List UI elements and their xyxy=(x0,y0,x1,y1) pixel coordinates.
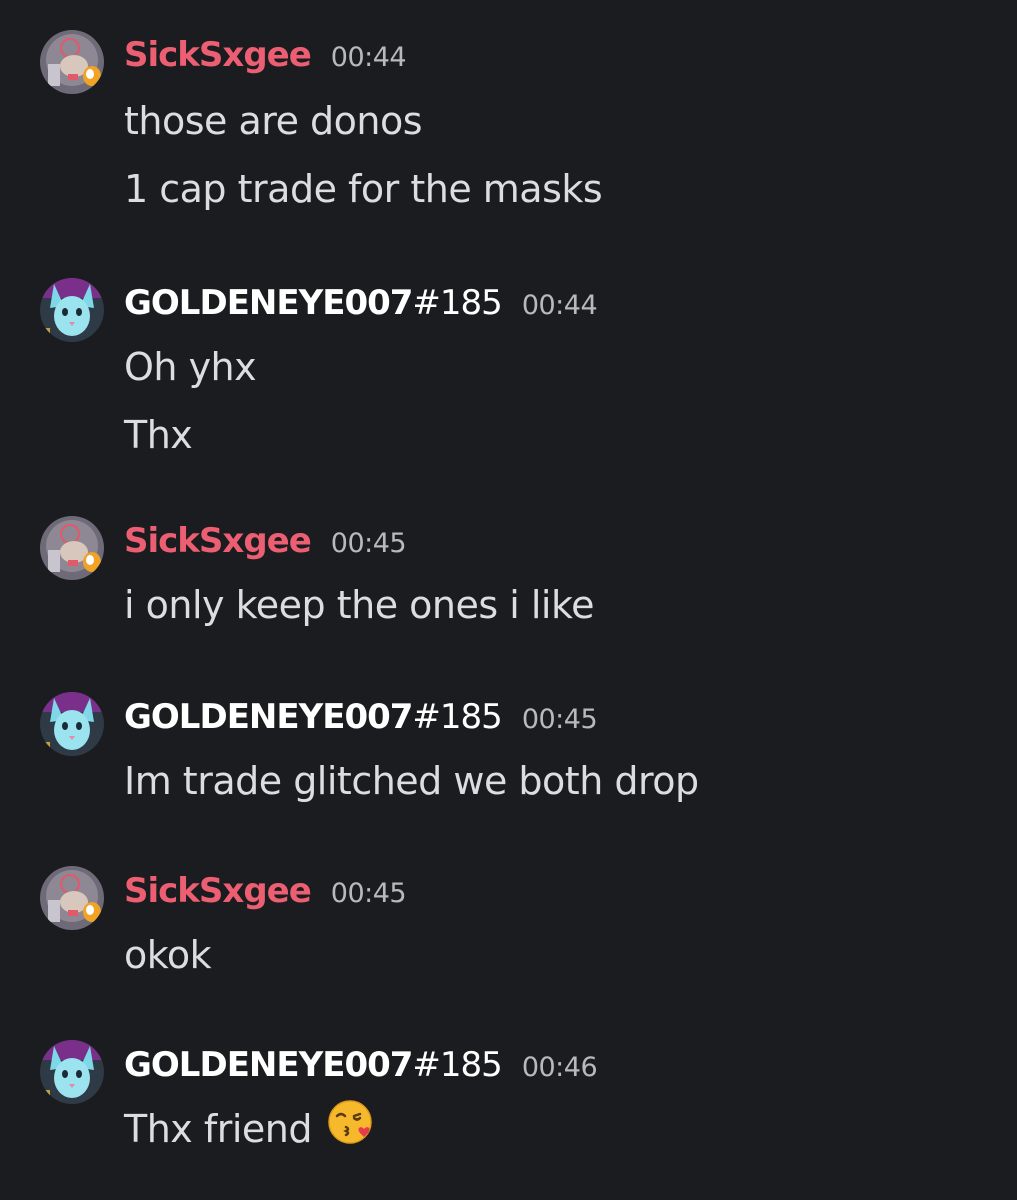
chat-message-list: SickSxgee 00:44 those are donos 1 cap tra… xyxy=(0,0,1017,1200)
user-avatar-sicksxgee-icon xyxy=(40,30,104,94)
message-text: Thx friend xyxy=(124,1107,313,1151)
username[interactable]: SickSxgee xyxy=(124,871,312,911)
message-text: Im trade glitched we both drop xyxy=(124,759,699,803)
message-header: SickSxgee 00:45 xyxy=(124,866,407,916)
message-text: 1 cap trade for the masks xyxy=(124,167,603,211)
user-avatar-cat-icon xyxy=(40,692,104,756)
username[interactable]: SickSxgee xyxy=(124,35,312,75)
message-header: SickSxgee 00:45 xyxy=(124,516,407,566)
face-blowing-a-kiss-emoji-icon xyxy=(326,1097,376,1159)
message-header: GOLDENEYE007#185 00:45 xyxy=(124,692,598,742)
user-avatar-sicksxgee-icon xyxy=(40,866,104,930)
message-header: GOLDENEYE007#185 00:46 xyxy=(124,1040,598,1090)
user-avatar-cat-icon xyxy=(40,1040,104,1104)
timestamp: 00:45 xyxy=(521,704,598,735)
user-avatar-cat-icon xyxy=(40,278,104,342)
avatar[interactable] xyxy=(40,1040,104,1104)
user-discriminator: #185 xyxy=(412,697,502,737)
timestamp: 00:45 xyxy=(330,878,407,909)
timestamp: 00:45 xyxy=(330,528,407,559)
user-discriminator: #185 xyxy=(412,283,502,323)
avatar[interactable] xyxy=(40,516,104,580)
message-text: okok xyxy=(124,933,212,977)
avatar[interactable] xyxy=(40,278,104,342)
message-header: GOLDENEYE007#185 00:44 xyxy=(124,278,598,328)
message-text-row: Thx friend xyxy=(124,1099,376,1159)
message-header: SickSxgee 00:44 xyxy=(124,30,407,80)
username[interactable]: GOLDENEYE007 xyxy=(124,283,413,323)
user-avatar-sicksxgee-icon xyxy=(40,516,104,580)
timestamp: 00:44 xyxy=(521,290,598,321)
avatar[interactable] xyxy=(40,30,104,94)
username[interactable]: GOLDENEYE007 xyxy=(124,697,413,737)
avatar[interactable] xyxy=(40,866,104,930)
timestamp: 00:46 xyxy=(521,1052,598,1083)
user-discriminator: #185 xyxy=(412,1045,502,1085)
message-text: Oh yhx xyxy=(124,345,257,389)
message-text: i only keep the ones i like xyxy=(124,583,595,627)
username[interactable]: SickSxgee xyxy=(124,521,312,561)
timestamp: 00:44 xyxy=(330,42,407,73)
username[interactable]: GOLDENEYE007 xyxy=(124,1045,413,1085)
message-text: Thx xyxy=(124,413,193,457)
message-text: those are donos xyxy=(124,99,423,143)
avatar[interactable] xyxy=(40,692,104,756)
